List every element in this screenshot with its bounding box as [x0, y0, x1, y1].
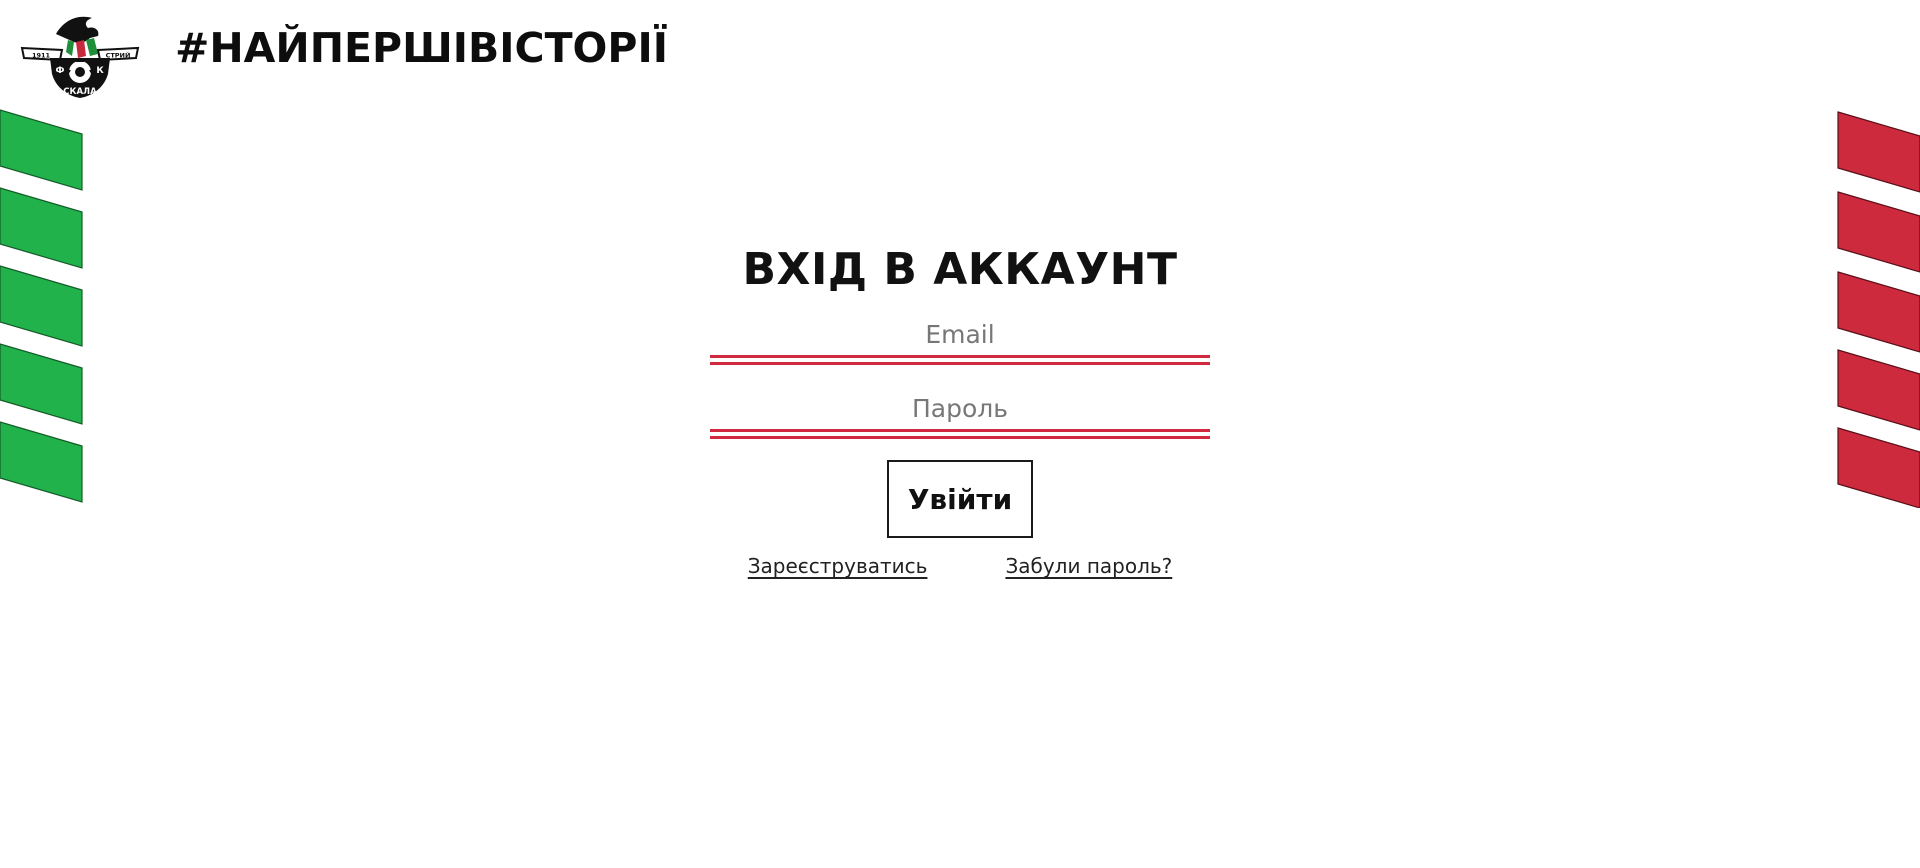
auth-links: Зареєструватись Забули пароль? [710, 554, 1210, 578]
green-stripes-decoration [0, 109, 83, 503]
green-stripe [0, 187, 83, 269]
register-link[interactable]: Зареєструватись [748, 554, 928, 578]
email-field [710, 314, 1210, 365]
green-stripe [0, 343, 83, 425]
green-stripe [0, 421, 83, 503]
red-stripes-decoration [1837, 111, 1920, 508]
logo-club-name: СКАЛА [63, 87, 97, 97]
login-page: 1911 СТРИЙ Ф К СКАЛА #НАЙПЕРШІВІСТОРІЇ В… [0, 0, 1920, 868]
green-stripe [0, 109, 83, 191]
email-input[interactable] [710, 314, 1210, 354]
password-underline-second [710, 436, 1210, 439]
red-stripe [1837, 111, 1920, 193]
red-stripe [1837, 191, 1920, 273]
logo-year: 1911 [32, 52, 51, 60]
password-input[interactable] [710, 388, 1210, 428]
red-stripe [1837, 349, 1920, 431]
login-title: ВХІД В АККАУНТ [742, 244, 1178, 295]
login-form: ВХІД В АККАУНТ Увійти Зареєструватись За… [710, 240, 1210, 578]
logo-letter-right: К [96, 66, 104, 76]
logo-letter-left: Ф [56, 66, 65, 76]
forgot-password-link[interactable]: Забули пароль? [1005, 554, 1172, 578]
password-underline [710, 429, 1210, 432]
email-underline [710, 355, 1210, 358]
club-logo-icon[interactable]: 1911 СТРИЙ Ф К СКАЛА [20, 12, 140, 98]
green-stripe [0, 265, 83, 347]
password-field [710, 388, 1210, 439]
email-underline-second [710, 362, 1210, 365]
hashtag-title: #НАЙПЕРШІВІСТОРІЇ [175, 24, 668, 72]
red-stripe [1837, 427, 1920, 508]
red-stripe [1837, 271, 1920, 353]
login-button[interactable]: Увійти [887, 460, 1033, 538]
